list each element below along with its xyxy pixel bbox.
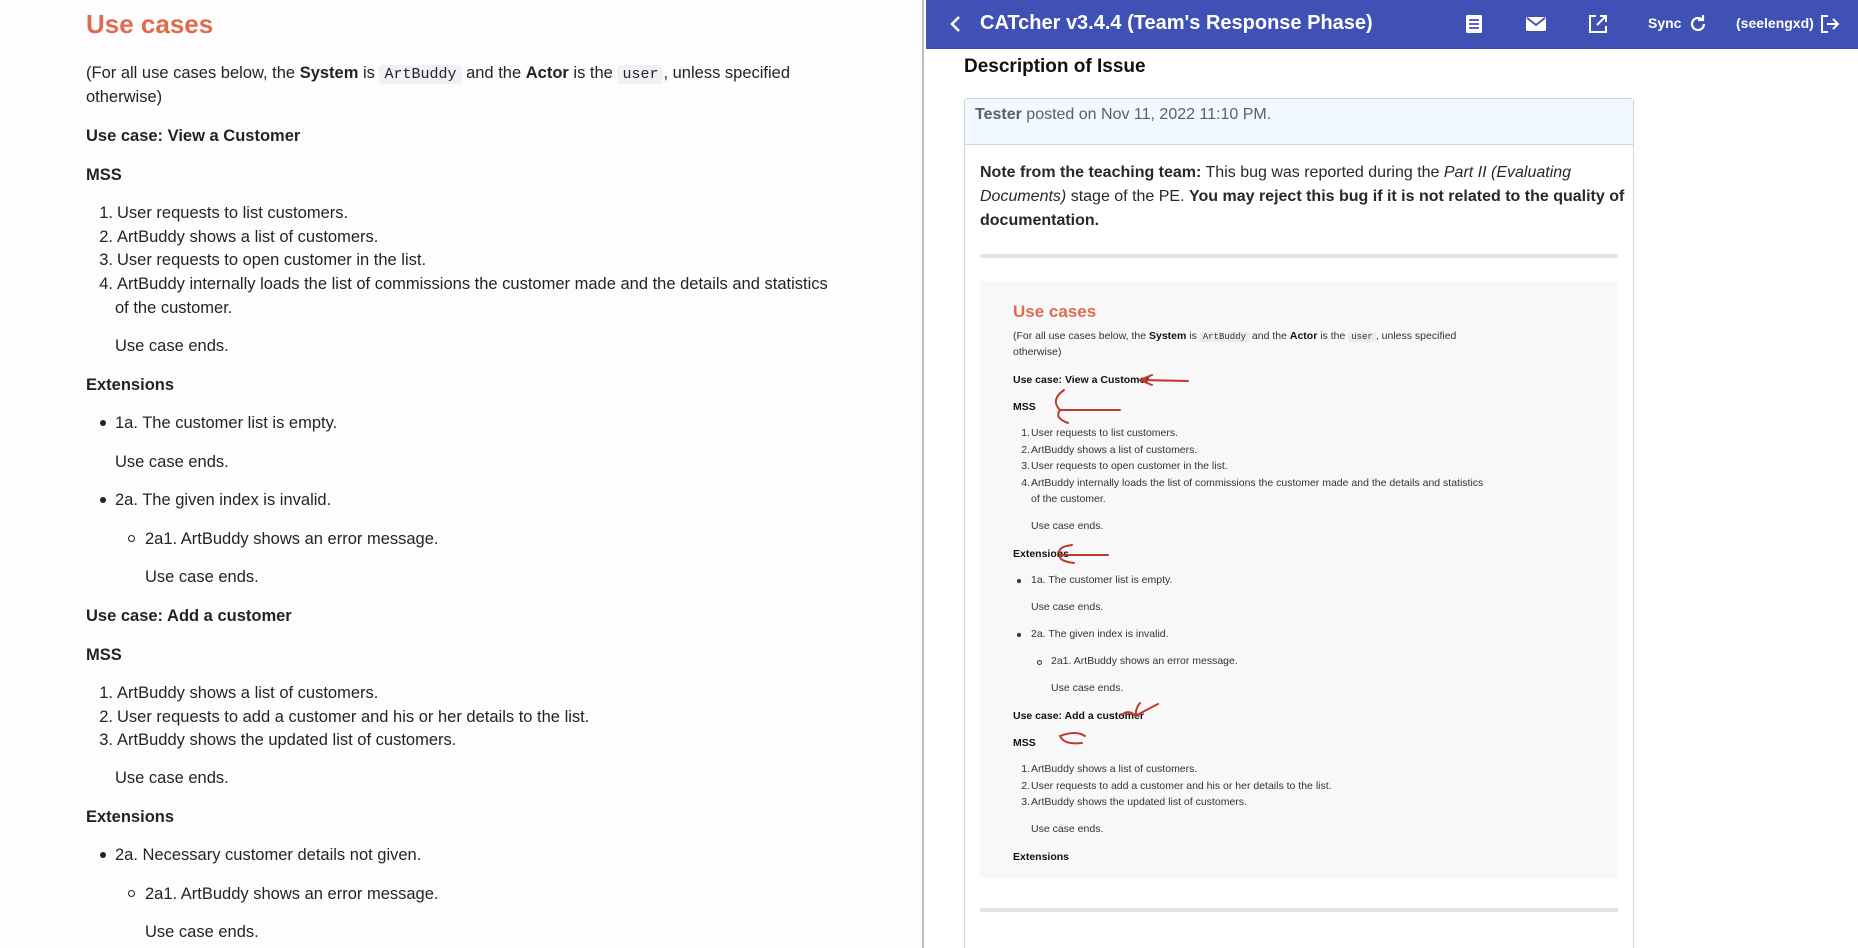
intro-line-2: otherwise) [86,88,163,106]
uc2-mss-heading: MSS [86,646,122,664]
list-item-continuation: of the customer. [115,299,233,317]
card-header: Tester posted on Nov 11, 2022 11:10 PM. [965,99,1633,145]
document-pane: Use cases (For all use cases below, the … [0,0,924,948]
list-item: 2a1. ArtBuddy shows an error message. [145,885,439,903]
list-item: 2.User requests to add a customer and hi… [99,708,590,726]
issue-description-card: Tester posted on Nov 11, 2022 11:10 PM. … [964,98,1634,948]
use-case-ends: Use case ends. [145,568,259,586]
page-title: Use cases [86,9,214,39]
posted-date: posted on Nov 11, 2022 11:10 PM. [1021,106,1272,123]
teaching-team-note: Note from the teaching team: This bug wa… [980,164,1625,229]
logout-icon[interactable] [1818,12,1842,36]
list-item: 1.User requests to list customers. [99,204,349,222]
catcher-app: CATcher v3.4.4 (Team's Response Phase) S… [926,0,1858,948]
divider [980,254,1618,258]
list-item: 2.ArtBuddy shows a list of customers. [99,228,379,246]
intro-paragraph: (For all use cases below, the System is … [86,64,791,84]
user-label: (seelengxd) [1736,15,1814,31]
back-arrow-icon[interactable] [944,12,968,36]
use-case-ends: Use case ends. [115,337,229,355]
arrow-annotation-icon [1058,732,1086,745]
uc2-extensions-heading: Extensions [86,808,175,826]
circle-bullet-icon [128,535,135,542]
list-item: 4.ArtBuddy internally loads the list of … [99,275,828,293]
use-case-ends: Use case ends. [115,769,229,787]
arrow-annotation-icon [1121,702,1159,718]
annotation-arrows [1054,374,1189,745]
bullet-icon [100,497,106,503]
list-item: 2a. The given index is invalid. [115,491,332,509]
use-case-ends: Use case ends. [115,453,229,471]
list-item: 1a. The customer list is empty. [115,414,338,432]
list-item: 3.ArtBuddy shows the updated list of cus… [99,731,457,749]
open-external-icon[interactable] [1586,12,1610,36]
uc1-mss-heading: MSS [86,166,122,184]
refresh-icon[interactable] [1686,12,1710,36]
issue-heading: Description of Issue [964,56,1146,77]
list-item: 2a1. ArtBuddy shows an error message. [145,530,439,548]
list-icon[interactable] [1462,12,1486,36]
uc2-heading: Use case: Add a customer [86,607,292,625]
divider [980,908,1618,912]
arrow-annotation-icon [1139,374,1189,386]
app-title: CATcher v3.4.4 (Team's Response Phase) [980,12,1373,34]
sync-label[interactable]: Sync [1648,15,1681,31]
uc1-extensions-heading: Extensions [86,376,175,394]
use-case-ends: Use case ends. [145,923,259,941]
arrow-annotation-icon [1054,389,1121,424]
arrow-annotation-icon [1058,544,1109,564]
app-toolbar: CATcher v3.4.4 (Team's Response Phase) S… [926,0,1858,49]
bullet-icon [100,852,106,858]
mail-icon[interactable] [1524,12,1548,36]
author-name[interactable]: Tester [975,106,1022,123]
bullet-icon [100,420,106,426]
list-item: 2a. Necessary customer details not given… [115,846,422,864]
list-item: 3.User requests to open customer in the … [99,251,427,269]
list-item: 1.ArtBuddy shows a list of customers. [99,684,379,702]
embedded-screenshot: Use cases (For all use cases below, the … [980,281,1618,878]
circle-bullet-icon [128,890,135,897]
uc1-heading: Use case: View a Customer [86,127,301,145]
